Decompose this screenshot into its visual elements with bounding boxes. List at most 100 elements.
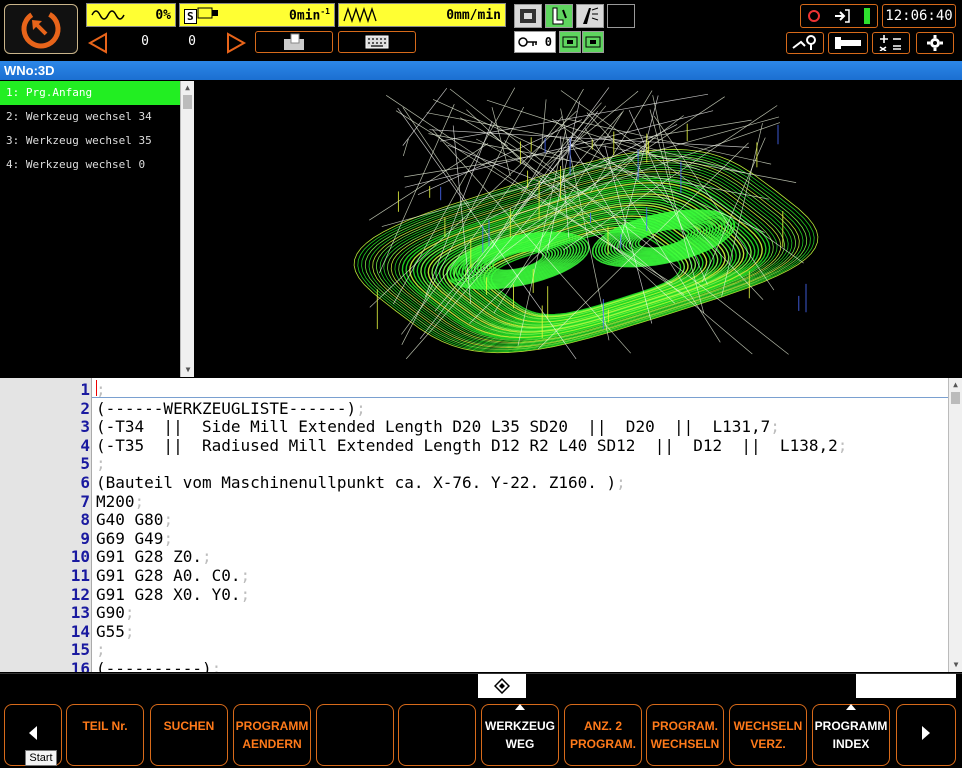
- anz-program-button[interactable]: ANZ. 2 PROGRAM.: [564, 704, 642, 766]
- line-number: 7: [80, 491, 90, 511]
- line-number: 15: [70, 640, 90, 660]
- calculator-button[interactable]: [872, 32, 910, 54]
- tool-number-box: 0: [514, 31, 556, 53]
- program-list-item-2[interactable]: 2: Werkzeug wechsel 34: [0, 105, 180, 129]
- line-number: 2: [80, 398, 90, 418]
- code-content: G91 G28 Z0.: [96, 547, 202, 567]
- code-text: ;: [96, 380, 106, 399]
- erase-key[interactable]: [478, 674, 526, 698]
- keyboard-icon: [365, 35, 389, 49]
- editor-scrollbar[interactable]: ▲ ▼: [948, 378, 962, 672]
- code-text: G91 G28 Z0.;: [96, 547, 212, 566]
- program-list: 1: Prg.Anfang 2: Werkzeug wechsel 34 3: …: [0, 81, 180, 377]
- code-line[interactable]: 5;: [0, 454, 948, 473]
- right-counter: 0: [188, 34, 196, 49]
- tool-mode-button[interactable]: [545, 4, 573, 28]
- wechseln-verz-button[interactable]: WECHSELN VERZ.: [729, 704, 807, 766]
- program-wechseln-button[interactable]: PROGRAM. WECHSELN: [646, 704, 724, 766]
- scroll-up-icon[interactable]: ▲: [181, 81, 194, 95]
- end-of-block: ;: [96, 380, 106, 399]
- code-content: (-T34 || Side Mill Extended Length D20 L…: [96, 417, 771, 437]
- calculator-icon: [879, 35, 901, 51]
- code-text: (-T34 || Side Mill Extended Length D20 L…: [96, 417, 780, 436]
- code-line[interactable]: 3 (-T34 || Side Mill Extended Length D20 …: [0, 417, 948, 436]
- gear-icon: [927, 35, 943, 51]
- line-number: 9: [80, 528, 90, 548]
- wrench-button[interactable]: [828, 32, 868, 54]
- empty-softkey-2[interactable]: [398, 704, 476, 766]
- editor-scroll-up-icon[interactable]: ▲: [949, 378, 962, 392]
- softkey-cap-indicator: [515, 704, 525, 710]
- code-line[interactable]: 10 G91 G28 Z0.;: [0, 547, 948, 566]
- end-of-block: ;: [211, 659, 222, 672]
- toolpath-viewer[interactable]: [196, 81, 962, 377]
- code-line[interactable]: 14 G55;: [0, 622, 948, 641]
- tool-location-button[interactable]: [786, 32, 824, 54]
- code-line[interactable]: 8 G40 G80;: [0, 510, 948, 529]
- code-text: (----------);: [96, 659, 221, 672]
- code-line[interactable]: 13 G90;: [0, 603, 948, 622]
- coolant-mode-button[interactable]: [576, 4, 604, 28]
- tool-number-value: 0: [544, 35, 552, 49]
- end-of-block: ;: [163, 528, 174, 548]
- werkzeug-weg-button[interactable]: WERKZEUG WEG: [481, 704, 559, 766]
- triangle-left-icon[interactable]: [86, 31, 110, 55]
- program-list-item-1[interactable]: 1: Prg.Anfang: [0, 81, 180, 105]
- program-editor[interactable]: 1; 2 (------WERKZEUGLISTE------); 3 (-T34 ||…: [0, 378, 962, 672]
- editor-scroll-down-icon[interactable]: ▼: [949, 658, 962, 672]
- line-number: 6: [80, 473, 90, 492]
- end-of-block: ;: [240, 566, 251, 585]
- home-button[interactable]: [4, 4, 78, 54]
- login-arrow-icon: [835, 9, 850, 23]
- settings-button[interactable]: [916, 32, 954, 54]
- load-program-button[interactable]: [255, 31, 333, 53]
- program-list-scrollbar[interactable]: ▲ ▼: [180, 81, 194, 377]
- clock: 12:06:40: [882, 4, 956, 28]
- program-list-item-4[interactable]: 4: Werkzeug wechsel 0: [0, 153, 180, 177]
- programm-index-label-2: INDEX: [832, 737, 870, 751]
- teil-nr-button[interactable]: TEIL Nr.: [66, 704, 144, 766]
- code-text: (------WERKZEUGLISTE------);: [96, 399, 366, 418]
- code-content: (----------): [96, 659, 212, 672]
- line-number: 1: [80, 380, 90, 399]
- code-line[interactable]: 15;: [0, 640, 948, 659]
- code-text: G91 G28 X0. Y0.;: [96, 585, 250, 604]
- suchen-button[interactable]: SUCHEN: [150, 704, 228, 766]
- keyboard-button[interactable]: [338, 31, 416, 53]
- triangle-right-icon[interactable]: [224, 31, 248, 55]
- code-line[interactable]: 7 M200;: [0, 492, 948, 511]
- code-line[interactable]: 12 G91 G28 X0. Y0.;: [0, 585, 948, 604]
- editor-scroll-thumb[interactable]: [951, 392, 960, 404]
- code-line[interactable]: 4 (-T35 || Radiused Mill Extended Length …: [0, 436, 948, 455]
- empty-softkey-1[interactable]: [316, 704, 394, 766]
- network-status[interactable]: [800, 4, 878, 28]
- line-number: 13: [70, 603, 90, 623]
- code-line[interactable]: 6 (Bauteil vom Maschinenullpunkt ca. X-76…: [0, 473, 948, 492]
- start-tooltip: Start: [25, 750, 57, 766]
- programm-aendern-label-2: AENDERN: [242, 737, 302, 751]
- code-line[interactable]: 9 G69 G49;: [0, 529, 948, 548]
- clamp-icon: [585, 36, 601, 48]
- code-line[interactable]: 2 (------WERKZEUGLISTE------);: [0, 399, 948, 418]
- programm-index-button[interactable]: PROGRAMM INDEX: [812, 704, 890, 766]
- clamp-right-indicator: [582, 31, 604, 53]
- next-page-button[interactable]: [896, 704, 956, 766]
- arrow-left-icon: [29, 726, 37, 740]
- werkzeug-weg-label-1: WERKZEUG: [485, 719, 555, 733]
- code-line[interactable]: 1;: [0, 380, 948, 399]
- machine-mode-button[interactable]: [514, 4, 542, 28]
- program-list-item-3[interactable]: 3: Werkzeug wechsel 35: [0, 129, 180, 153]
- arrow-right-icon: [922, 726, 930, 740]
- code-line[interactable]: 11 G91 G28 A0. C0.;: [0, 566, 948, 585]
- line-number: 16: [70, 659, 90, 672]
- programm-aendern-button[interactable]: PROGRAMM AENDERN: [233, 704, 311, 766]
- spindle-speed-value: 0min: [289, 8, 321, 24]
- scroll-thumb[interactable]: [183, 95, 192, 109]
- code-content: G91 G28 X0. Y0.: [96, 584, 241, 604]
- code-line[interactable]: 16 (----------);: [0, 659, 948, 672]
- scroll-down-icon[interactable]: ▼: [181, 363, 195, 377]
- spindle-icon: [197, 7, 218, 19]
- document-hand-icon: [284, 33, 304, 50]
- input-buffer[interactable]: [856, 674, 956, 698]
- code-content: (Bauteil vom Maschinenullpunkt ca. X-76.…: [96, 473, 617, 492]
